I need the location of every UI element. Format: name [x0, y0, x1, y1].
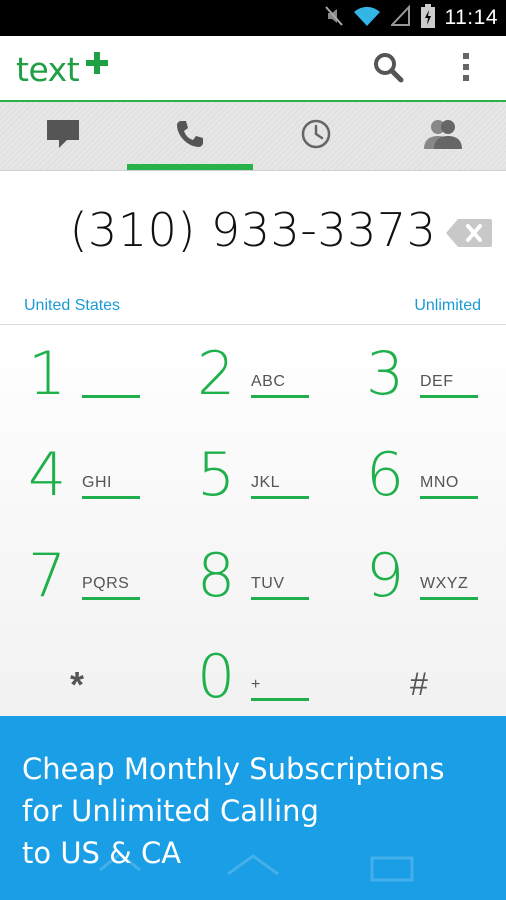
- key-star[interactable]: *: [0, 628, 168, 730]
- key-9[interactable]: 9 WXYZ: [338, 527, 506, 629]
- key-underline: [82, 597, 140, 600]
- dialed-number[interactable]: (310) 933-3373: [0, 203, 506, 257]
- key-underline: [82, 395, 140, 398]
- status-bar: 11:14: [0, 0, 506, 36]
- key-5[interactable]: 5 JKL: [169, 426, 337, 528]
- number-display: (310) 933-3373 United States Unlimited: [0, 171, 506, 325]
- key-digit: 1: [28, 339, 67, 409]
- plan-label[interactable]: Unlimited: [414, 297, 481, 315]
- wifi-icon: [353, 5, 381, 32]
- key-letters: ABC: [251, 373, 286, 390]
- key-digit: 6: [366, 440, 405, 510]
- tab-calls[interactable]: [126, 102, 254, 170]
- signal-icon: [389, 3, 411, 32]
- status-icons: 11:14: [324, 0, 499, 36]
- key-letters: +: [251, 676, 261, 693]
- chat-bubble-icon: [45, 118, 81, 155]
- key-7[interactable]: 7 PQRS: [0, 527, 168, 629]
- key-6[interactable]: 6 MNO: [338, 426, 506, 528]
- key-letters: DEF: [420, 373, 454, 390]
- key-digit: 5: [197, 440, 236, 510]
- overflow-menu-button[interactable]: [434, 36, 498, 102]
- key-underline: [420, 496, 478, 499]
- backspace-button[interactable]: [446, 219, 492, 247]
- clock-icon: [300, 118, 332, 155]
- search-icon: [372, 51, 404, 88]
- key-digit: 9: [366, 541, 405, 611]
- search-button[interactable]: [356, 36, 420, 102]
- ad-line-1: Cheap Monthly Subscriptions: [22, 752, 445, 786]
- tab-bar: [0, 102, 506, 171]
- key-0[interactable]: 0 +: [169, 628, 337, 730]
- key-digit: 7: [28, 541, 67, 611]
- key-digit: 8: [197, 541, 236, 611]
- key-underline: [251, 597, 309, 600]
- backspace-icon: [446, 219, 492, 247]
- key-letters: GHI: [82, 474, 112, 491]
- key-underline: [251, 698, 309, 701]
- key-letters: JKL: [251, 474, 281, 491]
- key-underline: [251, 496, 309, 499]
- ad-banner[interactable]: Cheap Monthly Subscriptions for Unlimite…: [0, 716, 506, 900]
- keypad: 1 2 ABC 3 DEF 4 GHI 5 JKL 6 MNO 7 PQRS 8…: [0, 325, 506, 725]
- app-logo: text: [16, 50, 108, 90]
- key-underline: [420, 395, 478, 398]
- tab-history[interactable]: [253, 102, 380, 170]
- key-letters: PQRS: [82, 575, 130, 592]
- ad-headline: Cheap Monthly Subscriptions for Unlimite…: [22, 748, 492, 874]
- tab-messages[interactable]: [0, 102, 127, 170]
- key-symbol: #: [410, 666, 428, 702]
- country-selector[interactable]: United States: [24, 297, 120, 315]
- app-bar: text: [0, 36, 506, 102]
- logo-text: text: [16, 50, 80, 89]
- key-underline: [251, 395, 309, 398]
- key-1[interactable]: 1: [0, 325, 168, 427]
- key-symbol: *: [70, 664, 85, 705]
- key-letters: TUV: [251, 575, 285, 592]
- key-letters: WXYZ: [420, 575, 469, 592]
- tab-contacts[interactable]: [380, 102, 506, 170]
- key-hash[interactable]: #: [338, 628, 506, 730]
- key-4[interactable]: 4 GHI: [0, 426, 168, 528]
- key-3[interactable]: 3 DEF: [338, 325, 506, 427]
- ad-line-2: for Unlimited Calling: [22, 794, 319, 828]
- key-underline: [82, 496, 140, 499]
- key-letters: MNO: [420, 474, 459, 491]
- key-2[interactable]: 2 ABC: [169, 325, 337, 427]
- key-digit: 2: [197, 339, 236, 409]
- mute-icon: [324, 5, 343, 32]
- battery-charging-icon: [420, 3, 435, 33]
- overflow-menu-icon: [461, 51, 471, 88]
- phone-icon: [174, 118, 206, 155]
- status-time: 11:14: [444, 6, 498, 29]
- logo-plus-icon: [86, 52, 108, 74]
- key-underline: [420, 597, 478, 600]
- key-digit: 3: [366, 339, 405, 409]
- key-digit: 4: [28, 440, 67, 510]
- key-digit: 0: [197, 642, 236, 712]
- ad-line-3: to US & CA: [22, 836, 182, 870]
- key-8[interactable]: 8 TUV: [169, 527, 337, 629]
- contacts-icon: [421, 117, 465, 156]
